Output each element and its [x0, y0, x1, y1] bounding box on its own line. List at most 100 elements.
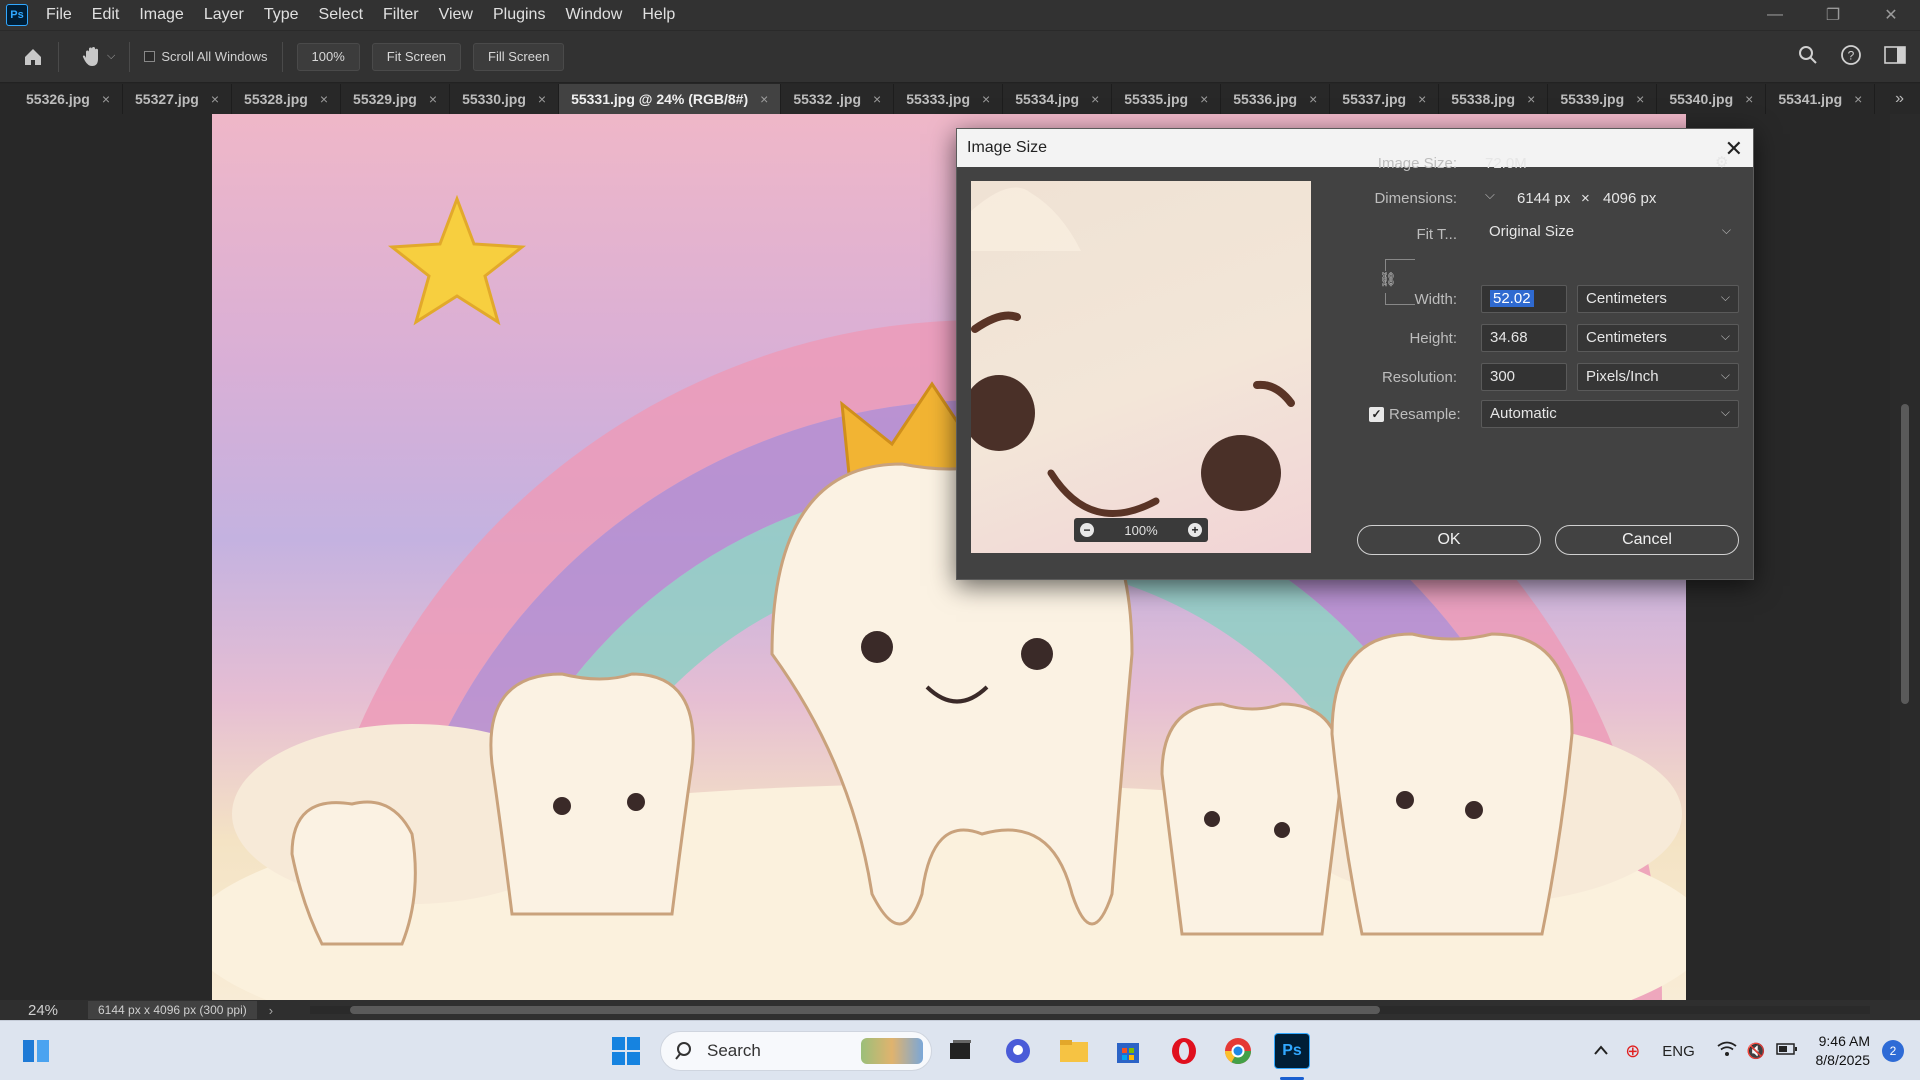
horizontal-scrollbar[interactable]: [310, 1006, 1870, 1014]
fit-to-select[interactable]: Original Size ⌵: [1481, 219, 1739, 247]
resample-checkbox[interactable]: ✓: [1369, 407, 1384, 422]
document-tab[interactable]: 55328.jpg ×: [232, 84, 342, 114]
height-unit-select[interactable]: Centimeters ⌵: [1577, 324, 1739, 352]
document-tab[interactable]: 55341.jpg ×: [1766, 84, 1876, 114]
restore-button[interactable]: ❐: [1804, 0, 1862, 30]
language-indicator[interactable]: ENG: [1662, 1043, 1695, 1060]
menu-view[interactable]: View: [429, 6, 483, 24]
tab-close-icon[interactable]: ×: [760, 91, 768, 107]
ok-button[interactable]: OK: [1357, 525, 1541, 555]
notification-badge[interactable]: 2: [1882, 1040, 1904, 1062]
zoom-in-icon[interactable]: +: [1188, 523, 1202, 537]
tab-close-icon[interactable]: ×: [1745, 91, 1753, 107]
status-arrow-icon[interactable]: ›: [269, 1003, 273, 1018]
document-tab[interactable]: 55334.jpg ×: [1003, 84, 1113, 114]
document-tab[interactable]: 55330.jpg ×: [450, 84, 560, 114]
menu-type[interactable]: Type: [254, 6, 309, 24]
tab-close-icon[interactable]: ×: [538, 91, 546, 107]
image-preview[interactable]: [971, 181, 1311, 553]
tab-close-icon[interactable]: ×: [102, 91, 110, 107]
document-tab[interactable]: 55327.jpg ×: [123, 84, 233, 114]
vertical-scrollbar[interactable]: [1890, 114, 1920, 1000]
dimensions-chevron-icon[interactable]: ⌵: [1485, 187, 1495, 203]
tab-close-icon[interactable]: ×: [1854, 91, 1862, 107]
zoom-out-icon[interactable]: −: [1080, 523, 1094, 537]
opera-icon[interactable]: [1166, 1033, 1202, 1069]
tabs-overflow-icon[interactable]: »: [1895, 84, 1904, 114]
help-icon[interactable]: ?: [1840, 44, 1862, 72]
chrome-icon[interactable]: [1220, 1033, 1256, 1069]
tab-close-icon[interactable]: ×: [211, 91, 219, 107]
store-icon[interactable]: [1110, 1033, 1146, 1069]
scroll-all-windows-checkbox[interactable]: Scroll All Windows: [144, 49, 268, 64]
width-value[interactable]: 52.02: [1490, 290, 1534, 307]
checkbox-box[interactable]: [144, 51, 156, 62]
menu-plugins[interactable]: Plugins: [483, 6, 555, 24]
menu-edit[interactable]: Edit: [82, 6, 130, 24]
document-info[interactable]: 6144 px x 4096 px (300 ppi): [88, 1001, 257, 1019]
close-window-button[interactable]: ✕: [1862, 0, 1920, 30]
menu-select[interactable]: Select: [309, 6, 373, 24]
fit-screen-button[interactable]: Fit Screen: [371, 42, 462, 71]
home-icon[interactable]: [22, 46, 44, 68]
chevron-down-icon[interactable]: ⌵: [107, 50, 115, 63]
tab-close-icon[interactable]: ×: [873, 91, 881, 107]
resolution-unit-select[interactable]: Pixels/Inch ⌵: [1577, 363, 1739, 391]
clock[interactable]: 9:46 AM 8/8/2025: [1816, 1032, 1871, 1070]
tab-close-icon[interactable]: ×: [1636, 91, 1644, 107]
wifi-icon[interactable]: [1717, 1041, 1737, 1061]
zoom-level[interactable]: 24%: [0, 1002, 80, 1019]
link-chain-icon[interactable]: ⛓: [1379, 271, 1397, 293]
tab-close-icon[interactable]: ×: [429, 91, 437, 107]
resample-select[interactable]: Automatic ⌵: [1481, 400, 1739, 428]
tab-close-icon[interactable]: ×: [320, 91, 328, 107]
task-view-icon[interactable]: [942, 1033, 978, 1069]
document-tab[interactable]: 55331.jpg @ 24% (RGB/8#) ×: [559, 84, 782, 114]
tab-close-icon[interactable]: ×: [1418, 91, 1426, 107]
tab-close-icon[interactable]: ×: [1091, 91, 1099, 107]
workspace-icon[interactable]: [1884, 45, 1906, 70]
minimize-button[interactable]: —: [1746, 0, 1804, 30]
tab-close-icon[interactable]: ×: [1200, 91, 1208, 107]
width-input[interactable]: 52.02: [1481, 285, 1567, 313]
volume-icon[interactable]: 🔇: [1747, 1042, 1766, 1060]
document-tab[interactable]: 55340.jpg ×: [1657, 84, 1767, 114]
document-tab[interactable]: 55335.jpg ×: [1112, 84, 1222, 114]
menu-image[interactable]: Image: [129, 6, 193, 24]
start-icon[interactable]: [608, 1033, 644, 1069]
menu-file[interactable]: File: [36, 6, 82, 24]
battery-icon[interactable]: [1775, 1042, 1798, 1060]
menu-help[interactable]: Help: [632, 6, 685, 24]
resolution-input[interactable]: 300: [1481, 363, 1567, 391]
vpn-icon[interactable]: ⊕: [1625, 1041, 1640, 1062]
meet-icon[interactable]: [1000, 1033, 1036, 1069]
document-tab[interactable]: 55336.jpg ×: [1221, 84, 1331, 114]
zoom-100-button[interactable]: 100%: [296, 42, 360, 71]
menu-filter[interactable]: Filter: [373, 6, 429, 24]
file-explorer-icon[interactable]: [1056, 1033, 1092, 1069]
width-unit-select[interactable]: Centimeters ⌵: [1577, 285, 1739, 313]
hand-tool-icon[interactable]: ⌵: [81, 45, 115, 69]
menu-window[interactable]: Window: [555, 6, 632, 24]
document-tab[interactable]: 55338.jpg ×: [1439, 84, 1549, 114]
gear-icon[interactable]: ⚙: [1715, 153, 1728, 171]
search-icon[interactable]: [1798, 45, 1818, 71]
photoshop-taskbar-icon[interactable]: Ps: [1274, 1033, 1310, 1069]
document-tab[interactable]: 55332 .jpg ×: [781, 84, 895, 114]
menu-layer[interactable]: Layer: [194, 6, 254, 24]
height-input[interactable]: 34.68: [1481, 324, 1567, 352]
vertical-scroll-thumb[interactable]: [1901, 404, 1909, 704]
document-tab[interactable]: 55329.jpg ×: [341, 84, 451, 114]
widgets-icon[interactable]: [18, 1033, 54, 1069]
fill-screen-button[interactable]: Fill Screen: [473, 42, 565, 71]
horizontal-scroll-thumb[interactable]: [350, 1006, 1380, 1014]
cancel-button[interactable]: Cancel: [1555, 525, 1739, 555]
document-tab[interactable]: 55326.jpg ×: [14, 84, 124, 114]
tab-close-icon[interactable]: ×: [1527, 91, 1535, 107]
document-tab[interactable]: 55339.jpg ×: [1548, 84, 1658, 114]
tab-close-icon[interactable]: ×: [1309, 91, 1317, 107]
document-tab[interactable]: 55337.jpg ×: [1330, 84, 1440, 114]
tab-close-icon[interactable]: ×: [982, 91, 990, 107]
taskbar-search[interactable]: Search: [660, 1031, 932, 1071]
document-tab[interactable]: 55333.jpg ×: [894, 84, 1004, 114]
